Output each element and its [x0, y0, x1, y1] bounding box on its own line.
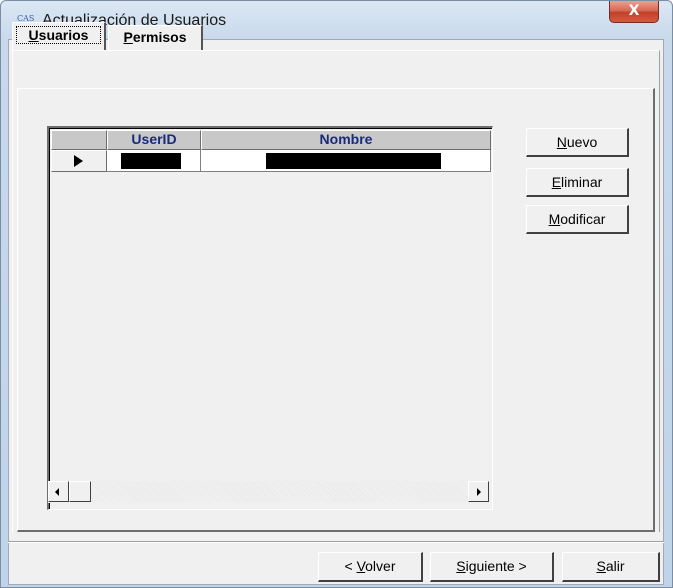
redacted-userid: [121, 153, 181, 169]
siguiente-accel: S: [456, 558, 466, 574]
cell-userid[interactable]: [107, 150, 201, 172]
grid-corner-header[interactable]: [51, 130, 107, 150]
scroll-left-button[interactable]: [48, 481, 69, 502]
tab-permisos-label: ermisos: [132, 29, 187, 45]
bottom-divider-highlight: [8, 542, 664, 543]
eliminar-button[interactable]: Eliminar: [526, 168, 629, 197]
close-button[interactable]: X: [609, 1, 659, 23]
tab-permisos-accel: P: [123, 29, 133, 45]
scroll-track[interactable]: [91, 481, 468, 502]
column-header-nombre[interactable]: Nombre: [201, 130, 491, 150]
scroll-thumb[interactable]: [69, 481, 91, 502]
nuevo-accel: N: [556, 134, 567, 150]
row-pointer-icon: [74, 155, 83, 167]
siguiente-button[interactable]: Siguiente >: [430, 552, 554, 582]
salir-label: alir: [605, 558, 625, 574]
redacted-nombre: [266, 153, 441, 169]
volver-accel: V: [356, 558, 366, 574]
volver-label: olver: [365, 558, 396, 574]
volver-button[interactable]: < Volver: [318, 552, 423, 582]
horizontal-scrollbar[interactable]: [48, 481, 489, 503]
close-icon: X: [628, 3, 640, 19]
users-grid[interactable]: UserID Nombre: [47, 126, 493, 510]
nuevo-label: uevo: [566, 134, 598, 150]
eliminar-label: liminar: [561, 174, 603, 190]
salir-button[interactable]: Salir: [562, 552, 660, 582]
grid-body: UserID Nombre: [49, 128, 492, 509]
row-selector[interactable]: [51, 150, 107, 172]
nuevo-button[interactable]: Nuevo: [526, 128, 629, 157]
scroll-left-icon: [55, 488, 59, 496]
cell-nombre[interactable]: [201, 150, 491, 172]
siguiente-label: iguiente >: [465, 558, 527, 574]
scroll-right-icon: [477, 488, 481, 496]
eliminar-accel: E: [551, 174, 562, 190]
modificar-label: odificar: [560, 211, 606, 227]
modificar-accel: M: [548, 211, 561, 227]
tab-focus-rect: [16, 26, 101, 44]
column-header-userid[interactable]: UserID: [107, 130, 201, 150]
tab-usuarios[interactable]: Usuarios: [12, 22, 106, 50]
modificar-button[interactable]: Modificar: [526, 205, 629, 234]
table-row[interactable]: [51, 150, 491, 172]
scroll-right-button[interactable]: [468, 481, 489, 502]
volver-prefix: <: [344, 558, 357, 574]
tab-permisos[interactable]: Permisos: [108, 25, 203, 50]
salir-accel: S: [596, 558, 606, 574]
